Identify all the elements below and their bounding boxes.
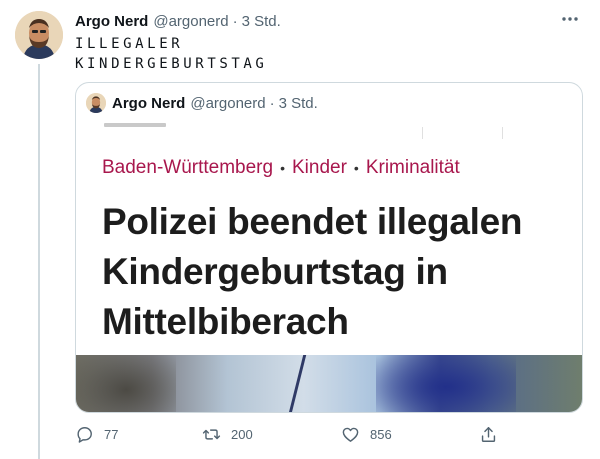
quoted-tweet-card[interactable]: Argo Nerd @argonerd · 3 Std. Baden-Württ… [75,82,583,413]
header-separator: · [232,12,238,30]
thread-connector-line [38,64,40,459]
article-topbar [76,123,582,139]
photo-blur [76,355,176,412]
like-count: 856 [370,426,392,442]
share-button[interactable] [479,422,498,446]
quoted-tweet-timestamp: 3 Std. [278,94,318,112]
tag-separator: • [280,160,285,176]
quoted-author-avatar [86,93,106,113]
photo-blur [376,355,516,412]
article-body: Baden-Württemberg • Kinder • Kriminalität Po… [76,139,582,355]
author-avatar[interactable] [15,11,63,59]
article-tag: Kriminalität [365,157,460,178]
article-photo [76,355,582,412]
tweet-actions-bar: 77 200 856 [75,422,505,446]
quoted-author-handle: @argonerd [190,94,266,112]
author-name[interactable]: Argo Nerd [75,13,148,30]
avatar-picture [86,93,106,113]
article-screenshot: Baden-Württemberg • Kinder • Kriminalität Po… [76,123,582,412]
quoted-tweet-header: Argo Nerd @argonerd · 3 Std. [86,93,566,113]
tweet-header: Argo Nerd @argonerd · 3 Std. [75,11,580,31]
article-tag: Kinder [291,157,347,178]
topbar-divider [502,127,503,139]
more-icon [562,17,578,21]
retweet-icon [202,428,221,440]
article-tag: Baden-Württemberg [102,157,274,178]
tweet-text-line: ILLEGALER [75,36,184,52]
article-tags: Baden-Württemberg • Kinder • Kriminalität [102,157,460,179]
retweet-button[interactable]: 200 [202,422,253,446]
author-handle[interactable]: @argonerd [153,13,228,30]
topbar-divider [422,127,423,139]
quoted-author-name: Argo Nerd [112,94,186,112]
share-icon [481,426,496,442]
header-separator: · [269,94,275,112]
reply-count: 77 [104,426,119,442]
retweet-count: 200 [231,426,253,442]
like-icon [342,427,359,442]
like-button[interactable]: 856 [341,422,392,446]
topbar-faded-text [104,123,166,127]
tag-separator: • [353,160,359,176]
avatar-picture [15,11,63,59]
article-headline: Polizei beendet illegalen Kindergeburtst… [102,201,523,342]
tweet-timestamp[interactable]: 3 Std. [242,13,281,30]
tweet-text-line: KINDERGEBURTSTAG [75,56,268,72]
tweet-text: ILLEGALER KINDERGEBURTSTAG [75,34,475,74]
photo-pole [288,355,307,412]
reply-button[interactable]: 77 [75,422,118,446]
more-options-button[interactable] [560,9,580,29]
reply-icon [77,426,92,443]
